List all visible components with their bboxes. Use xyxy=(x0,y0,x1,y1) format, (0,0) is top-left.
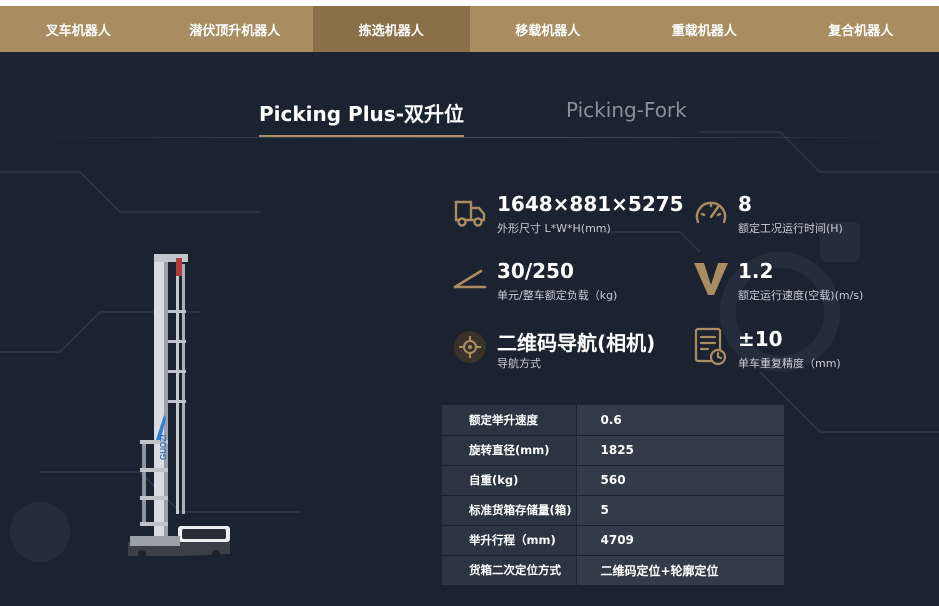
robot-image: GUOZI xyxy=(128,254,230,558)
table-row: 额定举升速度 0.6 xyxy=(442,405,784,436)
table-key: 标准货箱存储量(箱) xyxy=(442,495,576,526)
table-key: 旋转直径(mm) xyxy=(442,435,576,466)
top-nav: 叉车机器人 潜伏顶升机器人 拣选机器人 移载机器人 重载机器人 复合机器人 xyxy=(0,6,939,52)
target-icon xyxy=(454,331,486,363)
spec-label: 导航方式 xyxy=(497,357,541,370)
robot-brand-text: GUOZI xyxy=(159,435,168,460)
table-key: 货箱二次定位方式 xyxy=(442,555,576,586)
table-value: 二维码定位+轮廓定位 xyxy=(575,555,784,586)
spec-value: 1648×881×5275 xyxy=(497,192,684,216)
table-value: 4709 xyxy=(575,525,784,556)
spec-dimensions: 1648×881×5275 外形尺寸 L*W*H(mm) xyxy=(453,192,684,248)
doc-clock-icon xyxy=(694,327,727,366)
table-key: 自重(kg) xyxy=(442,465,576,496)
truck-icon xyxy=(454,200,486,227)
v-speed-icon xyxy=(694,263,728,295)
spec-speed: 1.2 额定运行速度(空载)(m/s) xyxy=(694,259,924,315)
table-row: 货箱二次定位方式 二维码定位+轮廓定位 xyxy=(442,555,784,586)
spec-navigation: 二维码导航(相机) 导航方式 xyxy=(453,327,683,383)
tab-divider xyxy=(20,137,920,138)
table-row: 旋转直径(mm) 1825 xyxy=(442,435,784,466)
table-value: 1825 xyxy=(575,435,784,466)
spec-label: 额定工况运行时间(H) xyxy=(738,222,843,235)
tab-picking-fork[interactable]: Picking-Fork xyxy=(566,98,687,130)
table-row: 举升行程（mm) 4709 xyxy=(442,525,784,556)
nav-item-composite-robot[interactable]: 复合机器人 xyxy=(783,6,939,52)
spec-label: 外形尺寸 L*W*H(mm) xyxy=(497,222,611,235)
spec-label: 单车重复精度（mm) xyxy=(738,357,841,370)
table-row: 自重(kg) 560 xyxy=(442,465,784,496)
table-row: 标准货箱存储量(箱) 5 xyxy=(442,495,784,526)
table-value: 5 xyxy=(575,495,784,526)
nav-item-forklift-robot[interactable]: 叉车机器人 xyxy=(0,6,157,52)
table-key: 举升行程（mm) xyxy=(442,525,576,556)
tab-picking-plus[interactable]: Picking Plus-双升位 xyxy=(259,98,464,137)
nav-item-lifting-robot[interactable]: 潜伏顶升机器人 xyxy=(157,6,314,52)
nav-item-transfer-robot[interactable]: 移载机器人 xyxy=(470,6,627,52)
spec-value: 8 xyxy=(738,192,752,216)
spec-precision: ±10 单车重复精度（mm) xyxy=(694,327,924,383)
table-value: 0.6 xyxy=(575,405,784,436)
spec-load: 30/250 单元/整车额定负载（kg) xyxy=(453,259,683,315)
spec-value: 1.2 xyxy=(738,259,774,283)
spec-value: ±10 xyxy=(738,327,783,351)
spec-table: 额定举升速度 0.6 旋转直径(mm) 1825 自重(kg) 560 标准货箱… xyxy=(442,405,784,586)
table-value: 560 xyxy=(575,465,784,496)
spec-runtime: 8 额定工况运行时间(H) xyxy=(694,192,924,248)
nav-item-picking-robot[interactable]: 拣选机器人 xyxy=(313,6,470,52)
spec-value: 二维码导航(相机) xyxy=(497,331,656,355)
spec-label: 额定运行速度(空载)(m/s) xyxy=(738,289,864,302)
angle-icon xyxy=(453,269,487,289)
product-tabs: Picking Plus-双升位 Picking-Fork xyxy=(0,98,939,138)
spec-value: 30/250 xyxy=(497,259,574,283)
table-key: 额定举升速度 xyxy=(442,405,576,436)
speedometer-icon xyxy=(695,201,727,224)
nav-item-heavy-load-robot[interactable]: 重载机器人 xyxy=(626,6,783,52)
spec-label: 单元/整车额定负载（kg) xyxy=(497,289,618,302)
